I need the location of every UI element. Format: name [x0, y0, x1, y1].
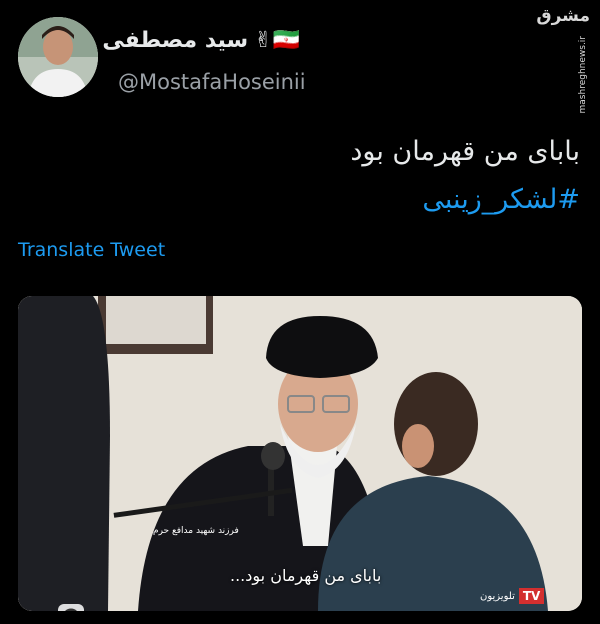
channel-logo: TV تلویزیون — [480, 586, 545, 606]
flag-victory-emoji: 🇮🇷✌ — [254, 28, 300, 53]
video-frame — [18, 296, 582, 611]
translate-tweet-link[interactable]: Translate Tweet — [18, 239, 165, 261]
watermark-logo: مشرق — [536, 6, 590, 26]
display-name[interactable]: 🇮🇷✌ سید مصطفی — [102, 28, 300, 53]
tweet-body: بابای من قهرمان بود — [350, 136, 580, 167]
avatar-image — [18, 17, 98, 97]
tweet-media-video[interactable] — [18, 296, 582, 611]
watermark-site: mashreghnews.ir — [578, 36, 588, 114]
video-subtitle: بابای من قهرمان بود... — [230, 566, 382, 585]
tv-badge: TV — [518, 588, 545, 604]
author-handle[interactable]: @MostafaHoseinii — [118, 70, 306, 94]
author-name: سید مصطفی — [102, 28, 249, 53]
hashtag-link[interactable]: #لشکر_زینبی — [350, 176, 580, 224]
channel-name: تلویزیون — [480, 590, 515, 602]
irib-logo-icon — [58, 604, 84, 611]
tweet-text: بابای من قهرمان بود #لشکر_زینبی — [350, 128, 580, 224]
avatar[interactable] — [18, 17, 98, 97]
video-lower-third: فرزند شهید مدافع حرم — [153, 526, 239, 536]
mashregh-watermark: مشرق mashreghnews.ir — [536, 6, 592, 113]
